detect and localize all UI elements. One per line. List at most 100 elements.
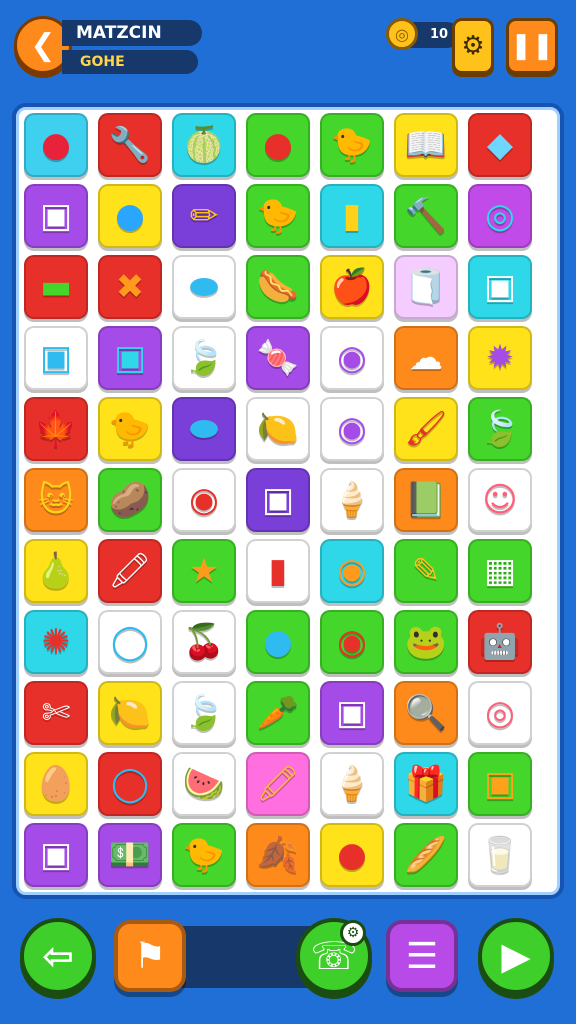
red-ball-tile[interactable]: ● — [24, 113, 88, 177]
settings-button[interactable]: ⚙ — [452, 18, 494, 74]
blue-bulb-icon: ● — [115, 196, 145, 236]
pause-icon: ❚❚ — [510, 31, 554, 61]
cube-box-tile[interactable]: ▣ — [468, 255, 532, 319]
orange-star-tile[interactable]: ★ — [172, 539, 236, 603]
purple-box-tile[interactable]: ▣ — [320, 681, 384, 745]
robot-tile[interactable]: 🤖 — [468, 610, 532, 674]
open-book-tile[interactable]: 📖 — [394, 113, 458, 177]
mallet-tile[interactable]: 🔨 — [394, 184, 458, 248]
cat-face-tile[interactable]: 🐱 — [24, 468, 88, 532]
cyan-cube-tile[interactable]: ▣ — [98, 326, 162, 390]
menu-button[interactable]: ☰ — [386, 920, 458, 992]
tomato-tile[interactable]: ● — [320, 823, 384, 887]
small-leaf-icon: 🍃 — [182, 693, 226, 733]
blue-capsule-tile[interactable]: ⬬ — [172, 255, 236, 319]
green-bar-icon: ▬ — [39, 267, 73, 307]
cherry-tile[interactable]: 🍒 — [172, 610, 236, 674]
yellow-fruit-tile[interactable]: 🍋 — [98, 681, 162, 745]
marker-tile[interactable]: ✎ — [394, 539, 458, 603]
green-leaf-tile[interactable]: 🍃 — [468, 397, 532, 461]
tomato-icon: ● — [337, 835, 367, 875]
dice-box-tile[interactable]: ▣ — [24, 184, 88, 248]
phone-tile[interactable]: ▮ — [246, 539, 310, 603]
brushes-tile[interactable]: 🖌 — [394, 397, 458, 461]
small-leaf-tile[interactable]: 🍃 — [172, 681, 236, 745]
swirl-tile[interactable]: ◎ — [468, 681, 532, 745]
x-box-tile[interactable]: ✖ — [98, 255, 162, 319]
target-tile[interactable]: ◉ — [320, 610, 384, 674]
green-bar-tile[interactable]: ▬ — [24, 255, 88, 319]
apple-tile[interactable]: 🍎 — [320, 255, 384, 319]
yellow-chick-tile[interactable]: 🐤 — [172, 823, 236, 887]
back-nav-button[interactable]: ⇦ — [20, 918, 96, 994]
left-arrow-icon: ⇦ — [42, 934, 74, 978]
purple-box-icon: ▣ — [335, 693, 369, 733]
candy-tile[interactable]: 🍬 — [246, 326, 310, 390]
yellow-fruit-icon: 🍋 — [108, 693, 152, 733]
play-button[interactable]: ▶ — [478, 918, 554, 994]
lemon-tile[interactable]: 🍋 — [246, 397, 310, 461]
pencil-tile[interactable]: ✏ — [172, 184, 236, 248]
purple-donut-tile[interactable]: ◉ — [320, 397, 384, 461]
pink-crayon-tile[interactable]: 🖍 — [246, 752, 310, 816]
bookmark-button[interactable]: ⚑ — [114, 920, 186, 992]
roll-tile[interactable]: 🧻 — [394, 255, 458, 319]
frog-tile[interactable]: 🐸 — [394, 610, 458, 674]
chick-tile[interactable]: 🐤 — [320, 113, 384, 177]
wrench-tile[interactable]: 🔧 — [98, 113, 162, 177]
magnifier-tile[interactable]: 🔍 — [394, 681, 458, 745]
green-book-tile[interactable]: 📗 — [394, 468, 458, 532]
gift-tile[interactable]: 🎁 — [394, 752, 458, 816]
leaf-tile[interactable]: 🍃 — [172, 326, 236, 390]
purple-blob-tile[interactable]: ✹ — [468, 326, 532, 390]
ring-tile[interactable]: ◎ — [468, 184, 532, 248]
gear-flower-tile[interactable]: ✺ — [24, 610, 88, 674]
pear-tile[interactable]: 🍐 — [24, 539, 88, 603]
white-box-tile[interactable]: ▣ — [24, 823, 88, 887]
red-ball-tile[interactable]: ● — [246, 113, 310, 177]
blue-bulb-tile[interactable]: ● — [98, 184, 162, 248]
maple-leaf-tile[interactable]: 🍁 — [24, 397, 88, 461]
orange-leaf-icon: 🍂 — [256, 835, 300, 875]
blue-pin-tile[interactable]: ● — [246, 610, 310, 674]
cash-tile[interactable]: 💵 — [98, 823, 162, 887]
striped-egg-tile[interactable]: 🥚 — [24, 752, 88, 816]
x-box-icon: ✖ — [115, 267, 145, 307]
orange-leaf-tile[interactable]: 🍂 — [246, 823, 310, 887]
coin-count: 10 — [430, 27, 449, 42]
cone-tile[interactable]: 🍦 — [320, 468, 384, 532]
green-book-icon: 📗 — [404, 480, 448, 520]
duck-tile[interactable]: 🐤 — [98, 397, 162, 461]
carrot-tile[interactable]: 🥕 — [246, 681, 310, 745]
ice-cube-tile[interactable]: ▣ — [24, 326, 88, 390]
donut-tile[interactable]: ◉ — [320, 326, 384, 390]
crystal-tile[interactable]: ◆ — [468, 113, 532, 177]
watermelon-tile[interactable]: 🍉 — [172, 752, 236, 816]
bird-tile[interactable]: 🐤 — [246, 184, 310, 248]
top-bar: ❮ MATZCIN GOHE 10 ◎ ⚙ ❚❚ — [0, 0, 576, 90]
red-ball-icon: ● — [263, 125, 293, 165]
milk-box-tile[interactable]: 🥛 — [468, 823, 532, 887]
cat-face-icon: 🐱 — [38, 480, 74, 520]
crayon-tile[interactable]: ▮ — [320, 184, 384, 248]
melon-tile[interactable]: 🍈 — [172, 113, 236, 177]
red-ring-tile[interactable]: ◉ — [172, 468, 236, 532]
blue-egg-tile[interactable]: ⬬ — [172, 397, 236, 461]
pink-face-tile[interactable]: ☺ — [468, 468, 532, 532]
grid-bar-tile[interactable]: ▦ — [468, 539, 532, 603]
sausage-tile[interactable]: 🌭 — [246, 255, 310, 319]
red-crayon-tile[interactable]: 🖍 — [98, 539, 162, 603]
blue-loop-tile[interactable]: ◯ — [98, 752, 162, 816]
blue-ring-tile[interactable]: ◯ — [98, 610, 162, 674]
bread-tile[interactable]: 🥖 — [394, 823, 458, 887]
tool-tile[interactable]: ✄ — [24, 681, 88, 745]
ice-cream-tile[interactable]: 🍦 — [320, 752, 384, 816]
carrot-icon: 🥕 — [256, 693, 300, 733]
box-tile[interactable]: ▣ — [246, 468, 310, 532]
melon-icon: 🍈 — [182, 125, 226, 165]
pause-button[interactable]: ❚❚ — [506, 18, 558, 74]
cloud-bone-tile[interactable]: ☁ — [394, 326, 458, 390]
orange-ring-tile[interactable]: ◉ — [320, 539, 384, 603]
crate-tile[interactable]: ▣ — [468, 752, 532, 816]
potato-tile[interactable]: 🥔 — [98, 468, 162, 532]
